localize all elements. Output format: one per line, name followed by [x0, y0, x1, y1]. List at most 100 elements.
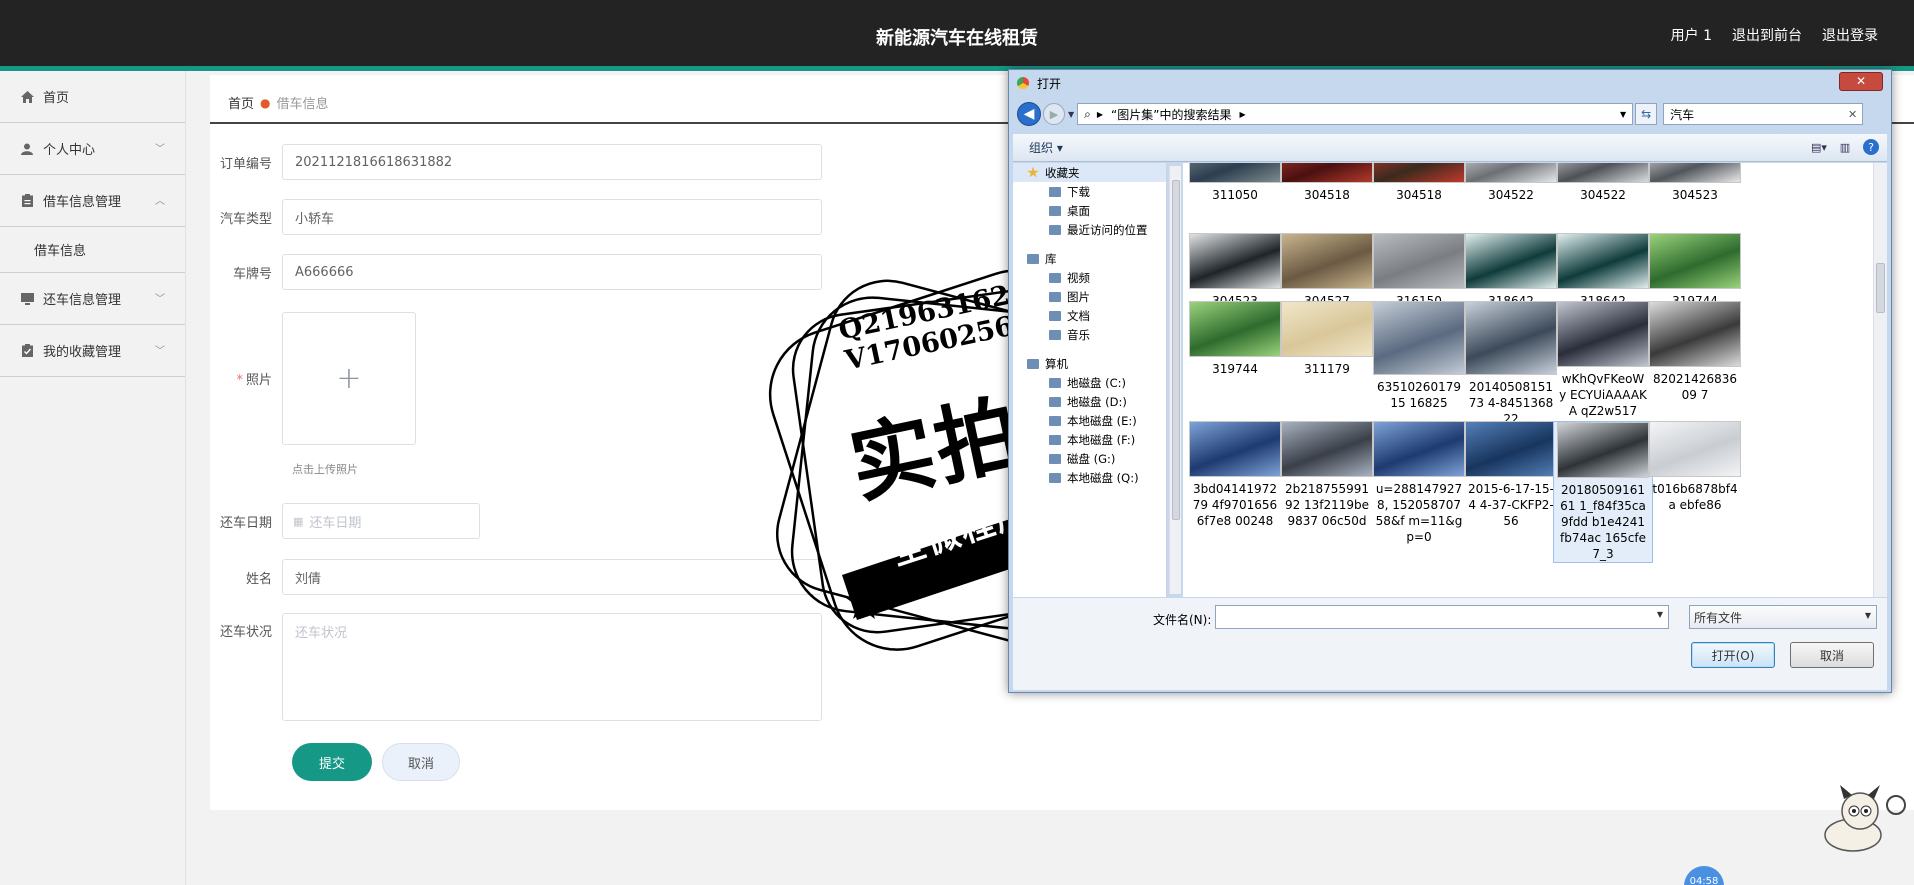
breadcrumb-home[interactable]: 首页: [228, 93, 254, 112]
sidebar-item-borrow-mgmt[interactable]: 借车信息管理 ︿: [0, 175, 185, 227]
nav-pane-item[interactable]: 本地磁盘 (Q:): [1013, 468, 1166, 487]
breadcrumb-separator-icon: ●: [260, 95, 271, 110]
sidebar-item-favorites[interactable]: 我的收藏管理 ﹀: [0, 325, 185, 377]
history-dropdown-icon[interactable]: ▼: [1068, 110, 1074, 119]
file-tile[interactable]: 304522: [1553, 163, 1653, 203]
file-thumbnail: [1465, 421, 1557, 477]
file-name: 2014050815173 4-845136822: [1468, 380, 1554, 426]
file-tile[interactable]: 2015-6-17-15-4 4-37-CKFP2-56: [1461, 421, 1561, 529]
file-tile[interactable]: t016b6878bf4a ebfe86: [1645, 421, 1745, 513]
file-tile[interactable]: 3bd0414197279 4f97016566f7e8 00248: [1185, 421, 1285, 529]
sidebar: 首页 个人中心 ﹀ 借车信息管理 ︿ 借车信息 还车信息管理 ﹀ 我的收藏管理 …: [0, 71, 186, 885]
user-name[interactable]: 用户 1: [1671, 25, 1712, 45]
file-thumbnail: [1281, 301, 1373, 357]
logout-link[interactable]: 退出登录: [1822, 25, 1878, 45]
sidebar-item-home[interactable]: 首页: [0, 71, 185, 123]
file-thumbnail: [1281, 163, 1373, 183]
file-thumbnail: [1189, 301, 1281, 357]
file-tile[interactable]: 304523: [1645, 163, 1745, 203]
file-tile[interactable]: 304518: [1277, 163, 1377, 203]
chevron-down-icon[interactable]: ▼: [1657, 610, 1663, 619]
nav-pane-item[interactable]: 视频: [1013, 268, 1166, 287]
nav-pane-item[interactable]: 下载: [1013, 182, 1166, 201]
cancel-button[interactable]: 取消: [382, 743, 460, 781]
file-thumbnail: [1465, 301, 1557, 375]
file-tile[interactable]: 311050: [1185, 163, 1285, 203]
nav-pane-item[interactable]: 地磁盘 (C:): [1013, 373, 1166, 392]
nav-pane-item[interactable]: 文档: [1013, 306, 1166, 325]
file-tile[interactable]: 8202142683609 7: [1645, 301, 1745, 403]
nav-pane-item[interactable]: 最近访问的位置: [1013, 220, 1166, 239]
file-tile[interactable]: 2018050916161 1_f84f35ca9fdd b1e4241fb74…: [1553, 421, 1653, 563]
file-tile[interactable]: 304518: [1369, 163, 1469, 203]
path-dropdown-icon[interactable]: ▼: [1620, 110, 1626, 119]
file-thumbnail: [1373, 233, 1465, 289]
nav-pane-item[interactable]: 库: [1013, 249, 1166, 268]
file-type-select[interactable]: 所有文件 ▼: [1689, 605, 1877, 629]
file-tile[interactable]: 304523: [1185, 233, 1285, 309]
nav-pane-label: 收藏夹: [1045, 165, 1080, 180]
file-tile[interactable]: 316150: [1369, 233, 1469, 309]
folder-icon: [1049, 415, 1061, 426]
forward-arrow-icon[interactable]: ▶: [1043, 103, 1065, 125]
file-name: 2015-6-17-15-4 4-37-CKFP2-56: [1467, 482, 1555, 528]
name-field[interactable]: 刘倩: [282, 559, 822, 595]
return-status-textarea[interactable]: 还车状况: [282, 613, 822, 721]
file-tile[interactable]: 311179: [1277, 301, 1377, 377]
file-tile[interactable]: 318642: [1461, 233, 1561, 309]
file-tile[interactable]: 318642: [1553, 233, 1653, 309]
dialog-cancel-button[interactable]: 取消: [1790, 642, 1874, 668]
filename-label: 文件名(N):: [1153, 613, 1212, 627]
back-arrow-icon[interactable]: ◀: [1017, 102, 1041, 126]
submit-button[interactable]: 提交: [292, 743, 372, 781]
nav-pane-item[interactable]: 本地磁盘 (F:): [1013, 430, 1166, 449]
file-tile[interactable]: 319744: [1645, 233, 1745, 309]
dialog-close-button[interactable]: ✕: [1839, 72, 1883, 91]
nav-pane-label: 本地磁盘 (E:): [1067, 413, 1137, 428]
clear-search-icon[interactable]: ✕: [1848, 108, 1857, 121]
help-icon[interactable]: ?: [1863, 139, 1879, 155]
car-type-field[interactable]: 小轿车: [282, 199, 822, 235]
file-tile[interactable]: 2014050815173 4-845136822: [1461, 301, 1561, 427]
file-tile[interactable]: 304522: [1461, 163, 1561, 203]
plate-field[interactable]: A666666: [282, 254, 822, 290]
file-tile[interactable]: wKhQvFKeoWy ECYUiAAAAKA qZ2w517: [1553, 301, 1653, 419]
sidebar-item-return-mgmt[interactable]: 还车信息管理 ﹀: [0, 273, 185, 325]
back-to-front-link[interactable]: 退出到前台: [1732, 25, 1802, 45]
order-no-field[interactable]: 2021121816618631882: [282, 144, 822, 180]
file-name: 6351026017915 16825: [1377, 380, 1461, 410]
photo-upload-button[interactable]: +: [282, 312, 416, 445]
sidebar-item-personal[interactable]: 个人中心 ﹀: [0, 123, 185, 175]
nav-pane-item[interactable]: 本地磁盘 (E:): [1013, 411, 1166, 430]
return-date-label: 还车日期: [219, 515, 272, 531]
nav-pane-item[interactable]: 地磁盘 (D:): [1013, 392, 1166, 411]
filename-input[interactable]: ▼: [1215, 605, 1669, 629]
nav-pane-item[interactable]: 桌面: [1013, 201, 1166, 220]
sidebar-subitem-borrow-info[interactable]: 借车信息: [0, 227, 185, 273]
navigation-scrollbar[interactable]: [1169, 166, 1181, 594]
chevron-down-icon: ﹀: [155, 294, 165, 305]
return-date-picker[interactable]: ▦ 还车日期: [282, 503, 480, 539]
organize-menu[interactable]: 组织 ▾: [1029, 139, 1063, 156]
search-input[interactable]: 汽车 ✕: [1663, 103, 1864, 125]
nav-pane-item[interactable]: 收藏夹: [1013, 163, 1166, 182]
file-tile[interactable]: 304527: [1277, 233, 1377, 309]
preview-pane-icon[interactable]: ▥: [1837, 139, 1853, 155]
refresh-icon[interactable]: ⇆: [1635, 103, 1658, 125]
file-name: wKhQvFKeoWy ECYUiAAAAKA qZ2w517: [1559, 372, 1647, 418]
view-options-icon[interactable]: ▤▾: [1811, 139, 1827, 155]
nav-pane-item[interactable]: 音乐: [1013, 325, 1166, 344]
form-row-plate: 车牌号 A666666: [210, 254, 822, 290]
nav-pane-item[interactable]: 图片: [1013, 287, 1166, 306]
path-box[interactable]: ⌕ ▶ “图片集”中的搜索结果 ▶ ▼: [1077, 103, 1634, 125]
file-scrollbar[interactable]: [1873, 163, 1887, 597]
open-button[interactable]: 打开(O): [1691, 642, 1775, 668]
nav-pane-item[interactable]: 算机: [1013, 354, 1166, 373]
file-tile[interactable]: 6351026017915 16825: [1369, 301, 1469, 411]
file-tile[interactable]: 2b21875599192 13f2119be9837 06c50d: [1277, 421, 1377, 529]
file-thumbnail: [1281, 421, 1373, 477]
file-tile[interactable]: 319744: [1185, 301, 1285, 377]
file-tile[interactable]: u=2881479278, 15205870758&f m=11&gp=0: [1369, 421, 1469, 545]
form-row-return-date: 还车日期 ▦ 还车日期: [210, 503, 480, 539]
nav-pane-item[interactable]: 磁盘 (G:): [1013, 449, 1166, 468]
